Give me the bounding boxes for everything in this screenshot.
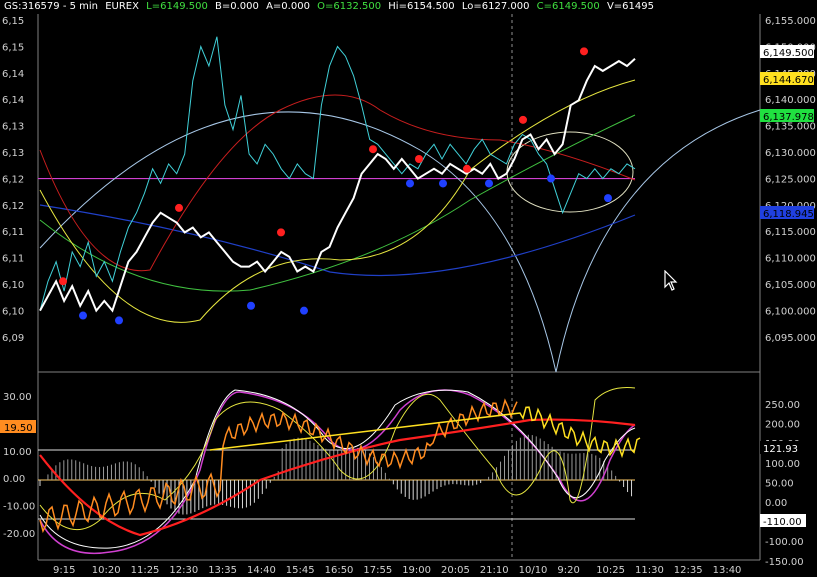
signal-dot-blue bbox=[485, 179, 493, 188]
signal-dot-blue bbox=[247, 301, 255, 310]
time-tick: 16:50 bbox=[325, 565, 354, 576]
mouse-pointer-icon bbox=[664, 270, 678, 291]
price-tag-label: 6,144.670 bbox=[763, 75, 814, 86]
price-tick-left: 6,14 bbox=[2, 69, 24, 80]
price-tick-right: 6,100.000 bbox=[765, 306, 816, 317]
osc-right-tag: -110.00 bbox=[760, 514, 806, 528]
price-panel bbox=[38, 36, 761, 373]
time-tick: 13:35 bbox=[208, 565, 237, 576]
signal-dot-red bbox=[415, 154, 423, 163]
signal-dot-blue bbox=[406, 179, 414, 188]
price-tick-right: 6,155.000 bbox=[765, 16, 816, 27]
osc-tick-right: 250.00 bbox=[765, 400, 800, 411]
osc-right-tag-label: 121.93 bbox=[763, 444, 798, 455]
time-tick: 9:15 bbox=[53, 565, 75, 576]
price-tick-left: 6,14 bbox=[2, 95, 24, 106]
signal-dot-blue bbox=[79, 311, 87, 320]
osc-tick-right: 200.00 bbox=[765, 420, 800, 431]
price-tick-right: 6,135.000 bbox=[765, 122, 816, 133]
price-tick-left: 6,13 bbox=[2, 122, 24, 133]
time-tick: 14:40 bbox=[247, 565, 276, 576]
osc-tick-right: 100.00 bbox=[765, 459, 800, 470]
price-tick-left: 6,10 bbox=[2, 280, 24, 291]
price-tick-left: 6,15 bbox=[2, 16, 24, 27]
time-tick: 17:55 bbox=[363, 565, 392, 576]
price-tag: 6,149.500 bbox=[760, 45, 814, 59]
price-tag: 6,144.670 bbox=[760, 72, 814, 86]
signal-dot-blue bbox=[115, 316, 123, 325]
price-tick-left: 6,15 bbox=[2, 42, 24, 53]
osc-left-tag-label: 19.50 bbox=[4, 423, 33, 434]
red-ma-line bbox=[39, 94, 636, 272]
signal-dot-blue bbox=[439, 179, 447, 188]
time-tick: 19:00 bbox=[402, 565, 431, 576]
time-tick: 10/10 bbox=[519, 565, 548, 576]
time-tick: 10:20 bbox=[92, 565, 121, 576]
price-tag: 6,137.978 bbox=[760, 109, 814, 123]
signal-dot-red bbox=[59, 277, 67, 286]
price-tick-right: 6,140.000 bbox=[765, 95, 816, 106]
signal-dot-red bbox=[580, 47, 588, 56]
osc-tick-right: 0.00 bbox=[765, 498, 787, 509]
osc-tick-left: -20.00 bbox=[3, 529, 35, 540]
signal-dot-red bbox=[463, 164, 471, 173]
osc-tick-left: -10.00 bbox=[3, 502, 35, 513]
time-tick: 12:30 bbox=[169, 565, 198, 576]
oscillator-panel bbox=[38, 387, 641, 555]
price-tick-left: 6,11 bbox=[2, 227, 24, 238]
price-tick-left: 6,10 bbox=[2, 306, 24, 317]
osc-tick-left: 30.00 bbox=[3, 392, 32, 403]
time-tick: 20:05 bbox=[441, 565, 470, 576]
osc-right-tag-label: -110.00 bbox=[763, 517, 802, 528]
osc-right-tag: 121.93 bbox=[760, 441, 806, 455]
osc-tick-right: -100.00 bbox=[765, 537, 804, 548]
price-tick-left: 6,12 bbox=[2, 201, 24, 212]
price-tick-right: 6,125.000 bbox=[765, 174, 816, 185]
cycle-arc-right bbox=[555, 109, 761, 373]
osc-tick-left: 10.00 bbox=[3, 447, 32, 458]
price-tag: 6,118.945 bbox=[760, 206, 814, 220]
time-tick: 11:30 bbox=[635, 565, 664, 576]
axis-labels: 6,155.0006,150.0006,145.0006,140.0006,13… bbox=[0, 16, 816, 576]
price-tick-left: 6,11 bbox=[2, 254, 24, 265]
price-tick-left: 6,12 bbox=[2, 174, 24, 185]
time-tick: 15:45 bbox=[286, 565, 315, 576]
price-tick-right: 6,105.000 bbox=[765, 280, 816, 291]
price-chart[interactable]: 6,155.0006,150.0006,145.0006,140.0006,13… bbox=[0, 0, 817, 577]
time-tick: 11:25 bbox=[131, 565, 160, 576]
price-tag-label: 6,149.500 bbox=[763, 48, 814, 59]
osc-tick-left: 0.00 bbox=[3, 474, 25, 485]
signal-dot-blue bbox=[604, 194, 612, 203]
time-tick: 9:20 bbox=[557, 565, 579, 576]
osc-left-tag: 19.50 bbox=[0, 420, 36, 434]
price-tag-label: 6,118.945 bbox=[763, 209, 814, 220]
price-tick-right: 6,095.000 bbox=[765, 333, 816, 344]
price-tick-left: 6,13 bbox=[2, 148, 24, 159]
signal-dot-red bbox=[519, 115, 527, 124]
price-tick-left: 6,09 bbox=[2, 333, 24, 344]
signal-dot-blue bbox=[300, 306, 308, 315]
price-tick-right: 6,115.000 bbox=[765, 227, 816, 238]
signal-dot-red bbox=[277, 228, 285, 237]
price-tick-right: 6,110.000 bbox=[765, 254, 816, 265]
cycle-arc-left bbox=[39, 111, 557, 373]
time-tick: 10:25 bbox=[596, 565, 625, 576]
time-tick: 21:10 bbox=[480, 565, 509, 576]
osc-tick-right: 50.00 bbox=[765, 478, 794, 489]
yellow-ma-line bbox=[39, 79, 636, 323]
price-tag-label: 6,137.978 bbox=[763, 112, 814, 123]
osc-tick-right: -150.00 bbox=[765, 557, 804, 568]
price-tick-right: 6,130.000 bbox=[765, 148, 816, 159]
time-tick: 13:40 bbox=[713, 565, 742, 576]
time-tick: 12:35 bbox=[674, 565, 703, 576]
signal-dot-blue bbox=[547, 174, 555, 183]
signal-dot-red bbox=[369, 145, 377, 154]
signal-dot-red bbox=[175, 203, 183, 212]
